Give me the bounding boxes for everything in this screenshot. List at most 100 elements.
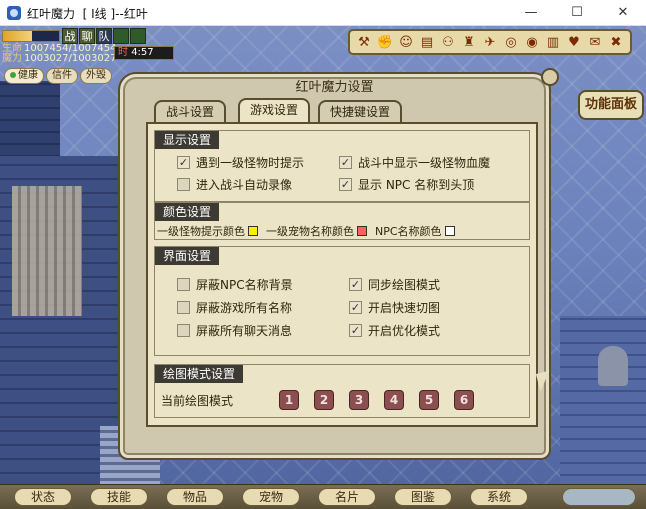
- draw-mode-label: 当前绘图模式: [161, 393, 234, 408]
- option-label: 进入战斗自动录像: [196, 177, 293, 192]
- npc-color-swatch[interactable]: [444, 226, 455, 236]
- chat-mode-icon[interactable]: 聊: [79, 28, 95, 44]
- option-label: 显示 NPC 名称到头顶: [358, 177, 475, 192]
- monster-color-swatch[interactable]: [248, 226, 258, 236]
- draw-mode-6-button[interactable]: 6: [454, 390, 474, 410]
- option-optimize[interactable]: ✓ 开启优化模式: [349, 321, 440, 339]
- option-hide-npc-bg[interactable]: 屏蔽NPC名称背景: [177, 275, 293, 293]
- menu-status-button[interactable]: 状态: [14, 488, 72, 506]
- draw-mode-3-button[interactable]: 3: [349, 390, 369, 410]
- section-title: 绘图模式设置: [155, 365, 244, 383]
- menu-skills-button[interactable]: 技能: [90, 488, 148, 506]
- tools-icon[interactable]: ✖: [606, 33, 626, 53]
- settings-panel: 显示设置 ✓ 遇到一级怪物时提示 ✓ 战斗中显示一级怪物血魔 进入战斗自动录像 …: [146, 122, 538, 427]
- option-show-monster-hp[interactable]: ✓ 战斗中显示一级怪物血魔: [339, 153, 490, 171]
- axe-icon[interactable]: ⚒: [354, 33, 374, 53]
- checkbox[interactable]: ✓: [349, 277, 362, 291]
- ui-settings-section: 界面设置 屏蔽NPC名称背景 ✓ 同步绘图模式 屏蔽游戏所有名称 ✓ 开启快速切…: [154, 246, 530, 356]
- option-sync-draw[interactable]: ✓ 同步绘图模式: [349, 275, 440, 293]
- health-status-button[interactable]: 健康: [4, 68, 44, 84]
- checkbox[interactable]: [177, 323, 190, 337]
- draw-mode-5-button[interactable]: 5: [419, 390, 439, 410]
- section-title: 颜色设置: [155, 203, 220, 221]
- bottom-menu-bar: 状态 技能 物品 宠物 名片 图鉴 系统: [0, 484, 646, 509]
- option-label: 同步绘图模式: [368, 277, 441, 292]
- people-icon[interactable]: ☺: [396, 33, 416, 53]
- draw-mode-4-button[interactable]: 4: [384, 390, 404, 410]
- castle-wall-right: [560, 316, 646, 486]
- settings-dialog: 红叶魔力设置 战斗设置 游戏设置 快捷键设置 显示设置 ✓ 遇到一级怪物时提示 …: [118, 68, 559, 460]
- window-titlebar: 红叶魔力 [ I线 ]--红叶 — ☐ ✕: [0, 0, 646, 26]
- mode-slot-5-icon[interactable]: [130, 28, 146, 44]
- function-panel-button[interactable]: 功能面板: [578, 90, 644, 120]
- heart-icon[interactable]: ♥: [564, 33, 584, 53]
- option-monster-alert[interactable]: ✓ 遇到一级怪物时提示: [177, 153, 304, 171]
- dialog-title: 红叶魔力设置: [295, 80, 374, 95]
- player-stats: 生命 1007454/1007454 魔力 1003027/1003027: [2, 44, 116, 64]
- mode-slot-4-icon[interactable]: [113, 28, 129, 44]
- mp-value: 1003027/1003027: [24, 53, 117, 64]
- checkbox[interactable]: [177, 277, 190, 291]
- menu-codex-button[interactable]: 图鉴: [394, 488, 452, 506]
- mail-button[interactable]: 信件: [46, 68, 78, 84]
- game-clock: 时 4:57: [114, 46, 174, 60]
- option-label: 屏蔽游戏所有名称: [196, 300, 293, 315]
- damage-button[interactable]: 外毁: [80, 68, 112, 84]
- fist-icon[interactable]: ✊: [375, 33, 395, 53]
- card-icon[interactable]: ▤: [417, 33, 437, 53]
- maximize-button[interactable]: ☐: [554, 0, 600, 26]
- menu-pets-button[interactable]: 宠物: [242, 488, 300, 506]
- close-button[interactable]: ✕: [600, 0, 646, 26]
- option-label: 开启快速切图: [368, 300, 441, 315]
- menu-items-button[interactable]: 物品: [166, 488, 224, 506]
- action-toolbar: ⚒ ✊ ☺ ▤ ⚇ ♜ ✈ ◎ ◉ ▥ ♥ ✉ ✖: [348, 29, 632, 55]
- mode-icons: 战 聊 队: [62, 28, 146, 44]
- option-hide-chat[interactable]: 屏蔽所有聊天消息: [177, 321, 292, 339]
- draw-mode-section: 绘图模式设置 当前绘图模式 1 2 3 4 5 6: [154, 364, 530, 418]
- checkbox[interactable]: ✓: [349, 300, 362, 314]
- checkbox[interactable]: ✓: [339, 177, 352, 191]
- draw-mode-2-button[interactable]: 2: [314, 390, 334, 410]
- checkbox[interactable]: [177, 177, 190, 191]
- option-label: 屏蔽NPC名称背景: [196, 277, 293, 292]
- pet-color-swatch[interactable]: [357, 226, 367, 236]
- window-title: 红叶魔力 [ I线 ]--红叶: [27, 7, 148, 21]
- dialog-close-button[interactable]: [541, 68, 559, 86]
- option-label: 屏蔽所有聊天消息: [196, 323, 293, 338]
- group-icon[interactable]: ⚇: [438, 33, 458, 53]
- eye-icon[interactable]: ◉: [522, 33, 542, 53]
- hud: 战 聊 队 生命 1007454/1007454 魔力 1003027/100302…: [0, 26, 646, 84]
- status-buttons: 健康 信件 外毁: [4, 68, 112, 84]
- run-icon[interactable]: ✈: [480, 33, 500, 53]
- option-npc-name-overhead[interactable]: ✓ 显示 NPC 名称到头顶: [339, 175, 474, 193]
- tab-hotkey-settings[interactable]: 快捷键设置: [318, 100, 403, 122]
- option-fast-switch[interactable]: ✓ 开启快速切图: [349, 298, 440, 316]
- checkbox[interactable]: ✓: [177, 155, 190, 169]
- section-title: 显示设置: [155, 131, 220, 149]
- color-label: 一级宠物名称颜色: [266, 225, 354, 238]
- tab-game-settings[interactable]: 游戏设置: [238, 98, 311, 122]
- mp-label: 魔力: [2, 53, 22, 64]
- color-label: NPC名称颜色: [375, 225, 442, 238]
- coin-icon[interactable]: ◎: [501, 33, 521, 53]
- checkbox[interactable]: [177, 300, 190, 314]
- chat-input-slot[interactable]: [562, 488, 636, 506]
- option-auto-record[interactable]: 进入战斗自动录像: [177, 175, 292, 193]
- color-row: 一级怪物提示颜色 一级宠物名称颜色 NPC名称颜色: [157, 223, 463, 239]
- castle-icon[interactable]: ♜: [459, 33, 479, 53]
- battle-mode-icon[interactable]: 战: [62, 28, 78, 44]
- checkbox[interactable]: ✓: [349, 323, 362, 337]
- minimize-button[interactable]: —: [508, 0, 554, 26]
- draw-mode-1-button[interactable]: 1: [279, 390, 299, 410]
- scroll-icon[interactable]: ▥: [543, 33, 563, 53]
- option-hide-all-names[interactable]: 屏蔽游戏所有名称: [177, 298, 292, 316]
- menu-system-button[interactable]: 系统: [470, 488, 528, 506]
- hp-bar-fill: [3, 31, 33, 41]
- gift-icon[interactable]: ✉: [585, 33, 605, 53]
- checkbox[interactable]: ✓: [339, 155, 352, 169]
- team-mode-icon[interactable]: 队: [96, 28, 112, 44]
- tab-battle-settings[interactable]: 战斗设置: [154, 100, 227, 122]
- menu-card-button[interactable]: 名片: [318, 488, 376, 506]
- clock-value: 4:57: [131, 47, 154, 58]
- section-title: 界面设置: [155, 247, 220, 265]
